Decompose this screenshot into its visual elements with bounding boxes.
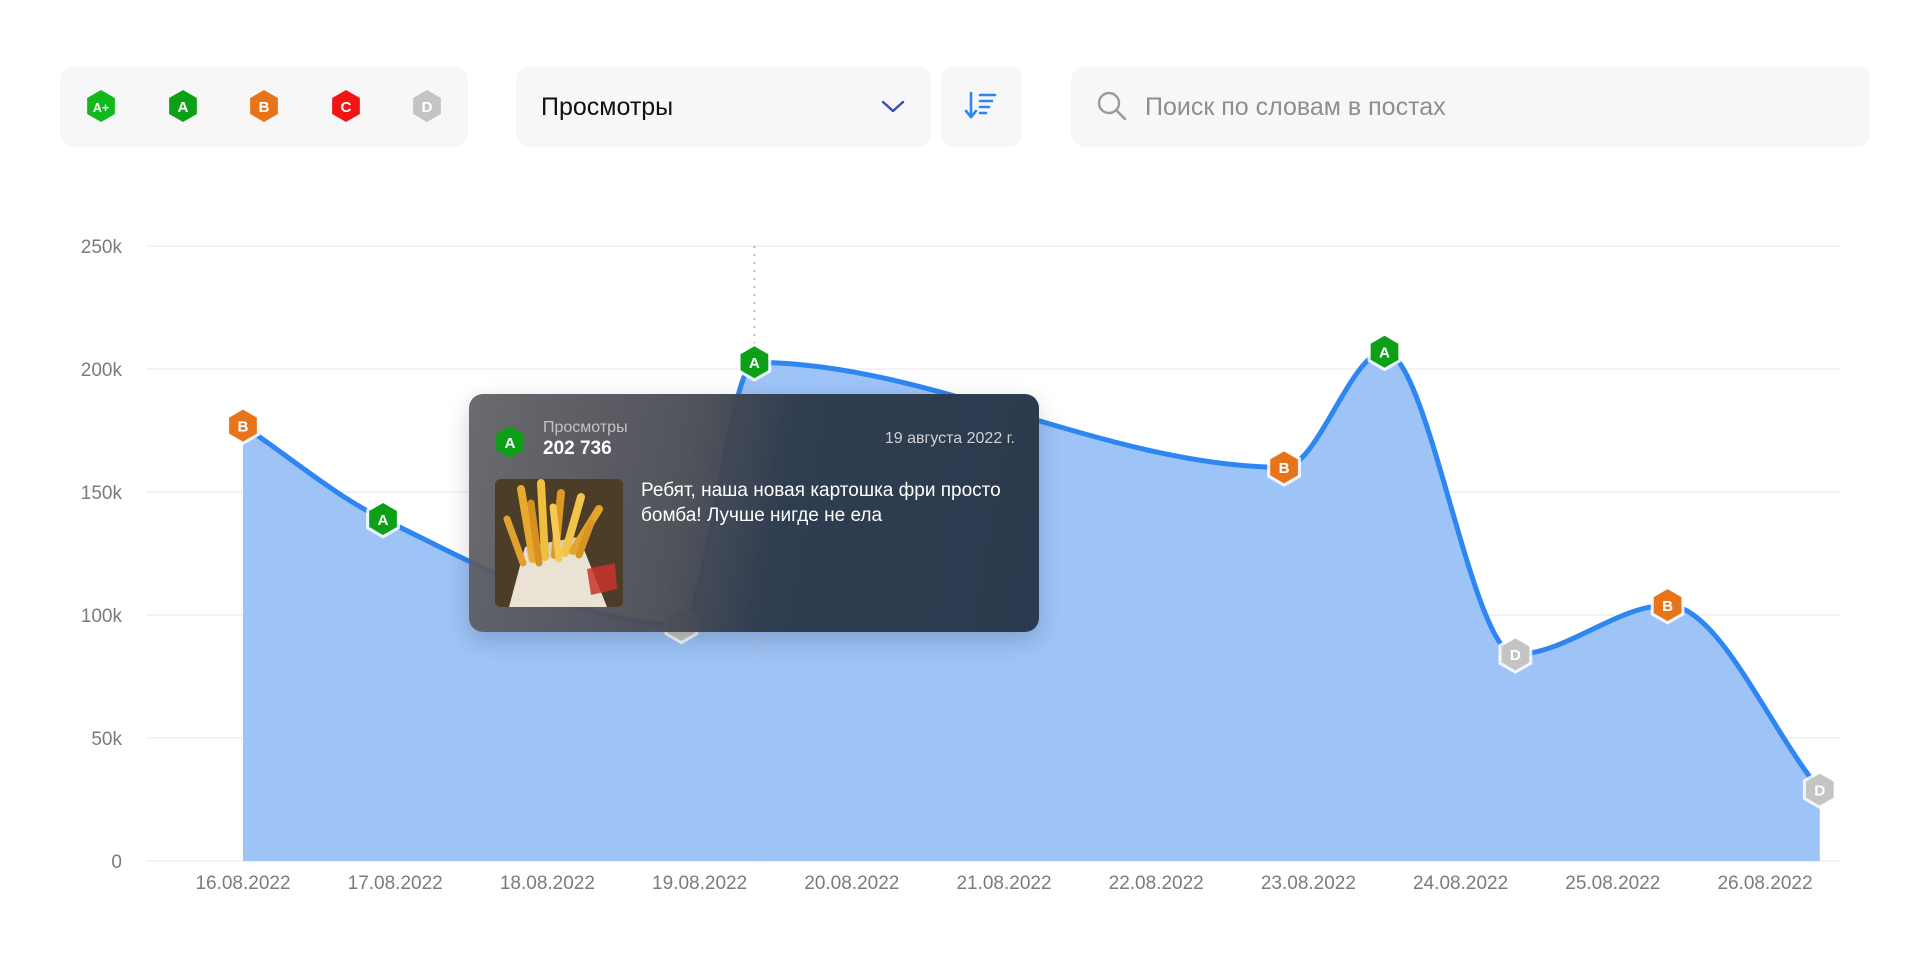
y-tick-label: 100k <box>81 606 123 627</box>
svg-text:D: D <box>1814 782 1825 799</box>
svg-text:B: B <box>1662 598 1673 615</box>
x-tick-label: 19.08.2022 <box>652 873 747 894</box>
svg-text:B: B <box>238 418 249 435</box>
svg-text:A: A <box>1379 345 1390 362</box>
y-tick-label: 200k <box>81 360 123 381</box>
post-tooltip: A Просмотры 202 736 19 августа 2022 г. Р… <box>469 394 1039 632</box>
x-tick-label: 17.08.2022 <box>348 873 443 894</box>
tooltip-grade-badge: A <box>493 424 527 460</box>
x-tick-label: 24.08.2022 <box>1413 873 1508 894</box>
y-tick-label: 0 <box>111 852 122 873</box>
y-tick-label: 150k <box>81 483 123 504</box>
x-tick-label: 26.08.2022 <box>1717 873 1812 894</box>
svg-text:A: A <box>378 512 389 529</box>
x-axis-labels: 16.08.2022 17.08.2022 18.08.2022 19.08.2022… <box>195 873 1812 894</box>
post-thumbnail-image[interactable] <box>495 479 623 607</box>
x-tick-label: 16.08.2022 <box>195 873 290 894</box>
x-tick-label: 23.08.2022 <box>1261 873 1356 894</box>
svg-text:A: A <box>505 435 516 452</box>
x-tick-label: 20.08.2022 <box>804 873 899 894</box>
svg-text:B: B <box>1279 460 1290 477</box>
x-tick-label: 18.08.2022 <box>500 873 595 894</box>
tooltip-metric-value: 202 736 <box>543 438 612 459</box>
x-tick-label: 22.08.2022 <box>1109 873 1204 894</box>
y-tick-label: 50k <box>91 729 122 750</box>
tooltip-metric-label: Просмотры <box>543 419 628 436</box>
y-tick-label: 250k <box>81 237 123 258</box>
tooltip-date: 19 августа 2022 г. <box>884 430 1015 447</box>
x-tick-label: 25.08.2022 <box>1565 873 1660 894</box>
y-axis-labels: 0 50k 100k 150k 200k 250k <box>81 237 123 873</box>
svg-text:D: D <box>1510 647 1521 664</box>
x-tick-label: 21.08.2022 <box>956 873 1051 894</box>
svg-text:A: A <box>749 355 760 372</box>
tooltip-post-text: Ребят, наша новая картошка фри просто бо… <box>641 480 1001 526</box>
